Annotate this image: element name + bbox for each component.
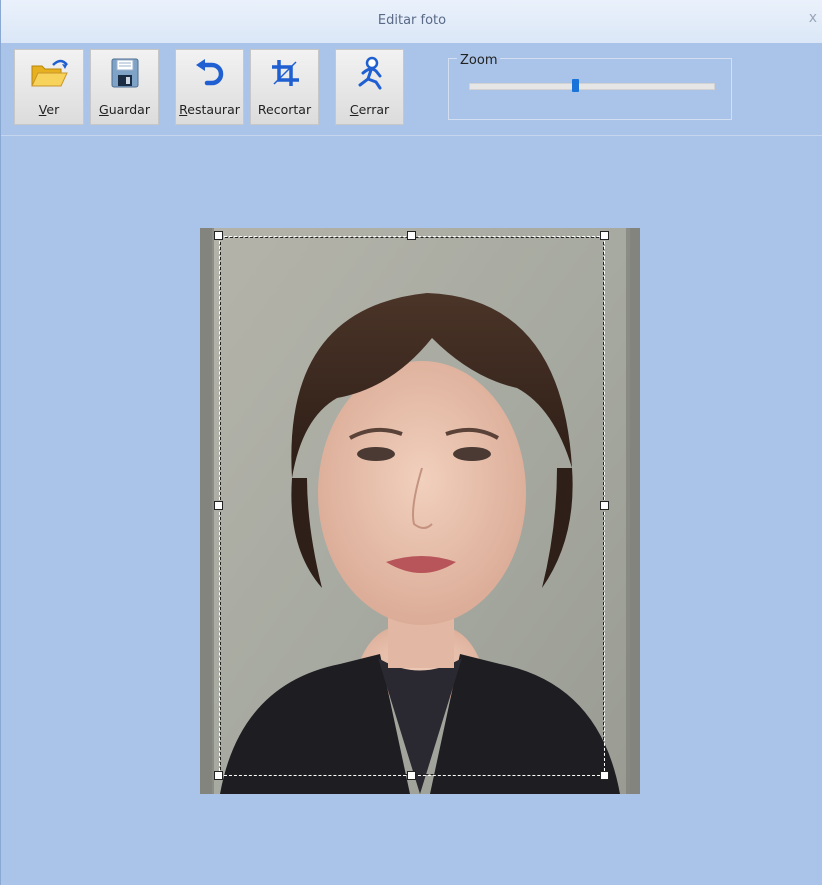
edit-photo-window: Editar foto x Ver Guardar Restaurar Reco… [0,0,822,885]
crop-rectangle[interactable] [219,236,605,776]
recortar-button[interactable]: Recortar [250,49,319,125]
crop-handle-bottom-left[interactable] [214,771,223,780]
crop-handle-top-right[interactable] [600,231,609,240]
crop-handle-bottom-right[interactable] [600,771,609,780]
cerrar-button[interactable]: Cerrar [335,49,404,125]
exit-runner-icon [336,56,403,90]
guardar-label: uardar [108,102,150,117]
guardar-accel: G [99,102,109,117]
title-bar: Editar foto x [1,0,822,44]
cerrar-accel: C [349,102,359,117]
open-folder-icon [15,56,83,90]
ver-button[interactable]: Ver [14,49,84,125]
floppy-disk-icon [91,56,158,90]
crop-handle-top-left[interactable] [214,231,223,240]
zoom-slider-track[interactable] [469,83,715,90]
guardar-button[interactable]: Guardar [90,49,159,125]
window-title: Editar foto [377,13,447,28]
zoom-slider-thumb[interactable] [571,79,579,92]
crop-handle-top-center[interactable] [407,231,416,240]
crop-handle-bottom-center[interactable] [407,771,416,780]
zoom-label: Zoom [457,53,501,68]
toolbar: Ver Guardar Restaurar Recortar Cerrar Zo… [1,43,822,136]
restaurar-label: estaurar [187,102,240,117]
close-button[interactable]: x [809,10,817,26]
crop-handle-middle-left[interactable] [214,501,223,510]
undo-arrow-icon [176,56,243,90]
cerrar-label: errar [358,102,390,117]
ver-label: er [46,102,60,117]
zoom-group: Zoom [448,53,732,120]
restaurar-button[interactable]: Restaurar [175,49,244,125]
crop-icon [251,56,318,90]
recortar-label: Recortar [257,102,312,117]
crop-handle-middle-right[interactable] [600,501,609,510]
